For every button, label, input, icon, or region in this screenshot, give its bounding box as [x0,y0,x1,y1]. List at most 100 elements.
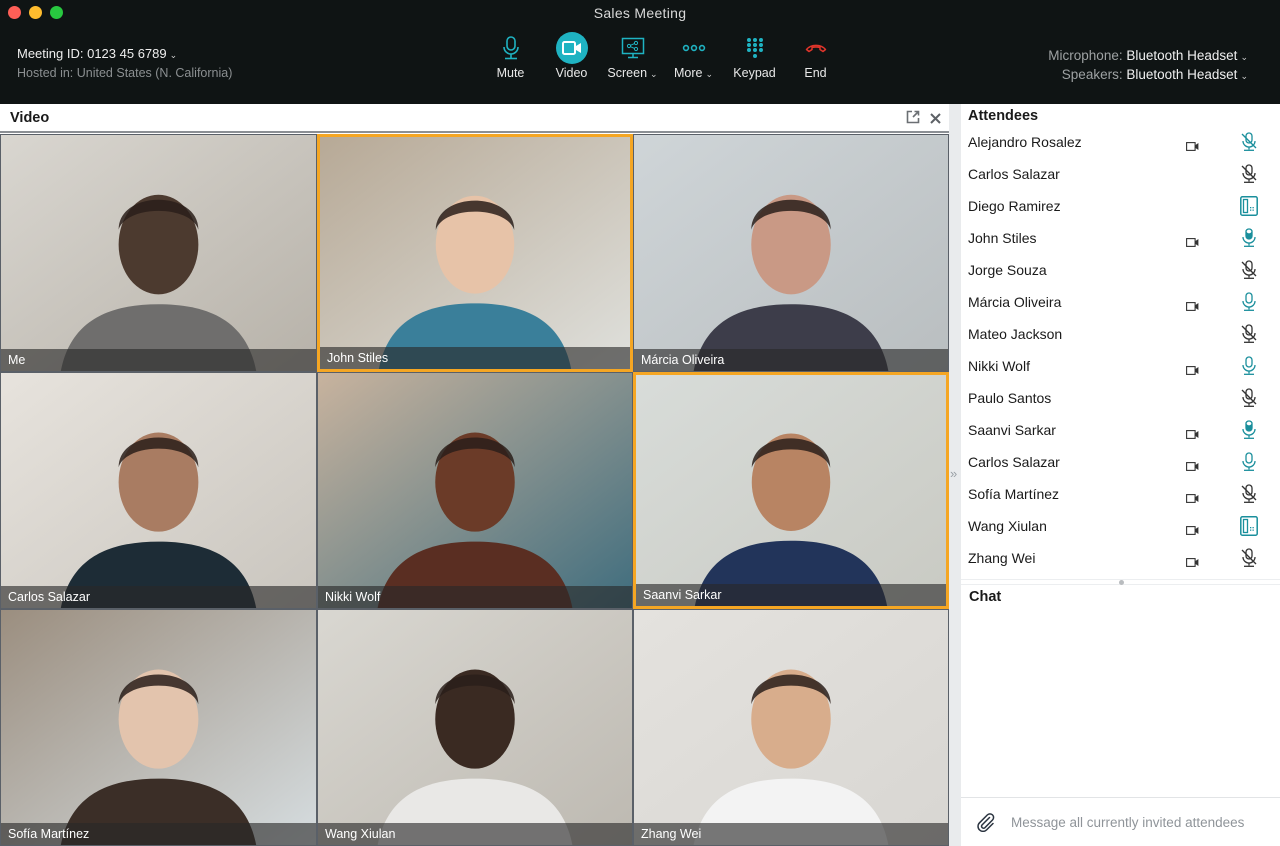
video-tile[interactable]: Wang Xiulan [317,609,633,846]
attendee-name: Diego Ramirez [968,198,1061,214]
microphone-icon [495,32,527,64]
microphone-icon[interactable] [1240,420,1258,445]
video-camera-icon [1186,522,1199,540]
pop-out-icon[interactable] [906,110,920,129]
microphone-muted-icon[interactable] [1240,260,1258,285]
meeting-id-dropdown[interactable]: Meeting ID: 0123 45 6789 ⌄ [17,46,232,61]
attendee-name: Sofía Martínez [968,486,1060,502]
more-dots-icon [678,32,710,64]
participant-name: Sofía Martínez [1,823,316,845]
meeting-info: Meeting ID: 0123 45 6789 ⌄ Hosted in: Uni… [17,46,232,80]
attendee-row[interactable]: Wang Xiulan [961,511,1280,543]
video-camera-icon [1186,490,1199,508]
participant-video-feed [1,135,316,371]
meeting-id-label: Meeting ID: 0123 45 6789 [17,46,167,61]
phone-dial-in-icon[interactable] [1240,516,1258,541]
phone-dial-in-icon[interactable] [1240,196,1258,221]
speakers-key: Speakers: [1061,67,1123,82]
close-icon[interactable] [930,111,941,129]
attendees-title: Attendees [968,108,1039,124]
attendee-row[interactable]: Zhang Wei [961,543,1280,575]
attendee-row[interactable]: Saanvi Sarkar [961,415,1280,447]
participant-video-feed [634,610,948,845]
microphone-icon[interactable] [1240,292,1258,317]
video-button[interactable]: Video [541,32,602,80]
attendee-row[interactable]: Carlos Salazar [961,447,1280,479]
attendee-name: Mateo Jackson [968,326,1063,342]
keypad-icon [739,32,771,64]
attendee-row[interactable]: Nikki Wolf [961,351,1280,383]
chevron-down-icon: ⌄ [705,69,714,79]
attendee-row[interactable]: John Stiles [961,223,1280,255]
participant-video-feed [636,375,946,606]
window-title: Sales Meeting [593,5,687,21]
attendee-name: John Stiles [968,230,1037,246]
video-tile[interactable]: Saanvi Sarkar [633,372,949,609]
video-camera-icon [1186,426,1199,444]
video-camera-icon [1186,234,1199,252]
video-tile[interactable]: Carlos Salazar [0,372,317,609]
participant-name: John Stiles [320,347,630,369]
attendee-name: Zhang Wei [968,550,1036,566]
microphone-muted-icon[interactable] [1240,484,1258,509]
video-camera-icon [1186,138,1199,156]
participant-name: Wang Xiulan [318,823,632,845]
video-tile[interactable]: Zhang Wei [633,609,949,846]
attendee-name: Paulo Santos [968,390,1052,406]
paperclip-icon[interactable] [976,812,996,837]
attendee-row[interactable]: Mateo Jackson [961,319,1280,351]
attendee-row[interactable]: Jorge Souza [961,255,1280,287]
microphone-muted-icon[interactable] [1240,548,1258,573]
participant-video-feed [318,373,632,608]
attendee-row[interactable]: Sofía Martínez [961,479,1280,511]
attendee-row[interactable]: Diego Ramirez [961,191,1280,223]
attendee-name: Carlos Salazar [968,454,1060,470]
chat-message-input[interactable] [1011,810,1271,834]
attendees-list: Alejandro Rosalez Carlos Salazar Diego Ram… [961,127,1280,575]
attendee-row[interactable]: Márcia Oliveira [961,287,1280,319]
panel-divider[interactable]: » [949,104,961,846]
microphone-muted-icon[interactable] [1240,164,1258,189]
mute-button[interactable]: Mute [480,32,541,80]
speakers-selector[interactable]: Speakers: Bluetooth Headset ⌄ [1048,66,1248,85]
mute-label: Mute [496,66,525,80]
attendee-row[interactable]: Paulo Santos [961,383,1280,415]
attendee-name: Alejandro Rosalez [968,134,1082,150]
microphone-icon[interactable] [1240,356,1258,381]
keypad-label: Keypad [733,66,776,80]
video-camera-icon [555,32,588,64]
attendee-name: Saanvi Sarkar [968,422,1056,438]
screen-share-button[interactable]: Screen ⌄ [602,32,663,80]
video-tile[interactable]: Me [0,134,317,372]
microphone-muted-icon[interactable] [1240,132,1258,157]
attendee-row[interactable]: Alejandro Rosalez [961,127,1280,159]
attendee-name: Márcia Oliveira [968,294,1062,310]
video-panel-title: Video [10,110,50,126]
attendee-name: Wang Xiulan [968,518,1047,534]
resize-handle[interactable] [961,579,1280,585]
participant-video-feed [320,137,630,369]
drag-handle-icon[interactable] [1119,580,1124,585]
video-tile[interactable]: Márcia Oliveira [633,134,949,372]
side-panel: Attendees Alejandro Rosalez Carlos Salaza… [961,104,1280,846]
microphone-muted-icon[interactable] [1240,324,1258,349]
video-tile[interactable]: Sofía Martínez [0,609,317,846]
end-call-button[interactable]: End [785,32,846,80]
participant-video-feed [1,373,316,608]
microphone-selector[interactable]: Microphone: Bluetooth Headset ⌄ [1048,47,1248,66]
double-chevron-right-icon[interactable]: » [950,466,957,481]
video-tile[interactable]: Nikki Wolf [317,372,633,609]
keypad-button[interactable]: Keypad [724,32,785,80]
participant-video-feed [634,135,948,371]
audio-devices: Microphone: Bluetooth Headset ⌄ Speakers:… [1048,47,1248,85]
video-tile[interactable]: John Stiles [317,134,633,372]
chevron-down-icon: ⌄ [169,50,178,60]
chevron-down-icon: ⌄ [1240,52,1248,62]
hosted-region: Hosted in: United States (N. California) [17,66,233,80]
attendee-row[interactable]: Carlos Salazar [961,159,1280,191]
microphone-icon[interactable] [1240,452,1258,477]
microphone-muted-icon[interactable] [1240,388,1258,413]
microphone-icon[interactable] [1240,228,1258,253]
more-button[interactable]: More ⌄ [663,32,724,80]
participant-name: Carlos Salazar [1,586,316,608]
